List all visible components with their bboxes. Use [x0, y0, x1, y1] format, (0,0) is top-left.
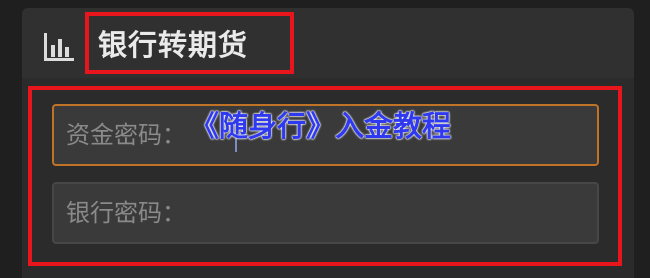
- bar-chart-icon: [44, 33, 74, 61]
- title-highlight-box: [85, 12, 294, 74]
- tutorial-caption: 《随身行》入金教程: [190, 109, 452, 143]
